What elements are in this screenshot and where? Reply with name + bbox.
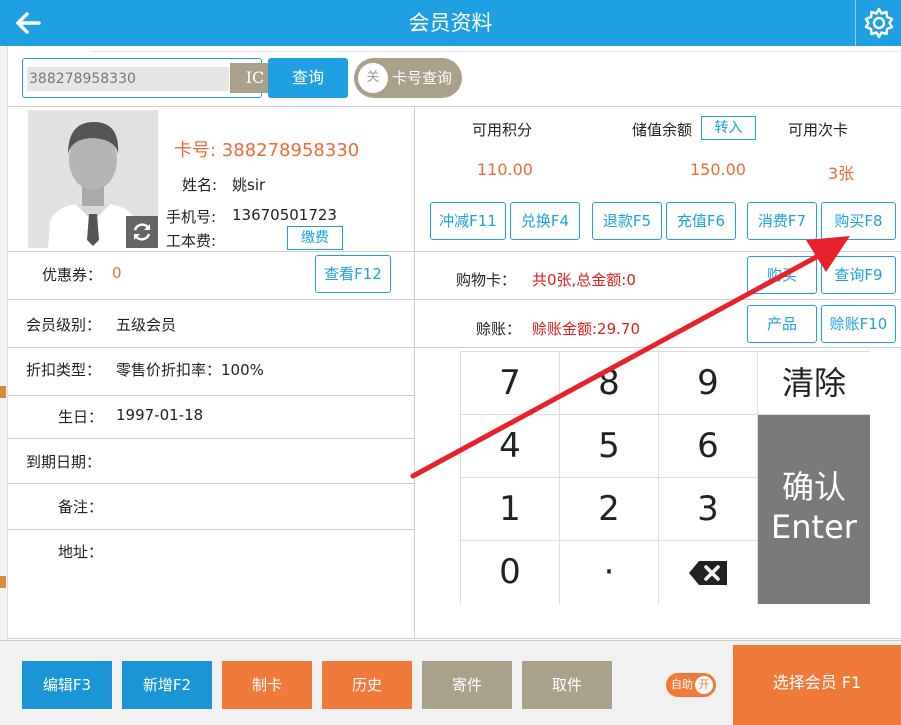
key-8[interactable]: 8: [560, 352, 659, 415]
settings-button[interactable]: [855, 0, 901, 46]
coupon-value: 0: [112, 264, 122, 282]
key-6[interactable]: 6: [659, 415, 758, 478]
gear-icon: [864, 7, 893, 39]
footer-toolbar: 编辑F3 新增F2 制卡 历史 寄件 取件 自助 开 选择会员 F1: [0, 640, 901, 725]
expire-label: 到期日期：: [26, 453, 102, 471]
buy-button[interactable]: 购买F8: [821, 202, 896, 240]
product-button[interactable]: 产品: [747, 305, 817, 343]
add-button[interactable]: 新增F2: [122, 661, 212, 709]
phone-value: 13670501723: [232, 206, 337, 224]
fee-label: 工本费:: [166, 232, 217, 250]
birthday-label: 生日：: [58, 408, 104, 426]
discount-label: 折扣类型：: [26, 361, 102, 379]
key-1[interactable]: 1: [461, 478, 560, 541]
shopping-card-buy-button[interactable]: 购买: [747, 256, 817, 294]
level-label: 会员级别：: [26, 316, 102, 334]
refresh-avatar-button[interactable]: [126, 216, 158, 248]
make-card-button[interactable]: 制卡: [222, 661, 312, 709]
card-number-input[interactable]: [27, 67, 229, 91]
phone-label: 手机号:: [166, 208, 217, 226]
credit-button[interactable]: 赊账F10: [821, 305, 896, 343]
pay-fee-button[interactable]: 缴费: [287, 226, 343, 250]
confirm-enter-key[interactable]: 确认 Enter: [758, 415, 870, 604]
key-7[interactable]: 7: [461, 352, 560, 415]
credit-value: 赊账金额:29.70: [532, 320, 640, 338]
address-label: 地址：: [58, 543, 104, 561]
clear-key[interactable]: 清除: [758, 352, 870, 415]
key-4[interactable]: 4: [461, 415, 560, 478]
enter-label: Enter: [771, 508, 857, 546]
points-value: 110.00: [477, 160, 533, 179]
history-button[interactable]: 历史: [322, 661, 412, 709]
shopping-card-label: 购物卡：: [456, 271, 517, 289]
view-coupon-button[interactable]: 查看F12: [315, 255, 391, 293]
query-button[interactable]: 查询: [268, 58, 348, 98]
key-dot[interactable]: ·: [560, 541, 659, 604]
confirm-label: 确认: [781, 468, 846, 506]
backspace-icon: [689, 560, 727, 585]
edit-button[interactable]: 编辑F3: [22, 661, 112, 709]
transfer-in-button[interactable]: 转入: [701, 116, 756, 140]
coupon-label: 优惠券：: [42, 266, 103, 284]
card-number: 卡号: 388278958330: [174, 140, 360, 161]
pickup-button[interactable]: 取件: [522, 661, 612, 709]
key-9[interactable]: 9: [659, 352, 758, 415]
cards-value: 3张: [828, 164, 855, 183]
points-label: 可用积分: [472, 121, 533, 139]
recharge-button[interactable]: 充值F6: [666, 202, 736, 240]
deduct-button[interactable]: 冲减F11: [430, 202, 506, 240]
name-label: 姓名:: [182, 176, 218, 194]
shopping-card-query-button[interactable]: 查询F9: [821, 256, 896, 294]
exchange-button[interactable]: 兑换F4: [510, 202, 580, 240]
birthday-value: 1997-01-18: [116, 406, 204, 424]
refresh-icon: [133, 223, 151, 241]
card-search-box: IC: [22, 58, 280, 98]
refund-button[interactable]: 退款F5: [592, 202, 662, 240]
toggle-label: 卡号查询: [392, 69, 453, 87]
numeric-keypad: 7 8 9 清除 4 5 6 确认 Enter 1 2 3 0 ·: [460, 351, 870, 604]
backspace-key[interactable]: [659, 541, 758, 604]
key-3[interactable]: 3: [659, 478, 758, 541]
cards-label: 可用次卡: [788, 121, 849, 139]
card-query-toggle[interactable]: 关 卡号查询: [354, 58, 462, 98]
background-window-edge: [0, 46, 8, 646]
balance-value: 150.00: [690, 160, 746, 179]
remark-label: 备注：: [58, 498, 104, 516]
discount-value: 零售价折扣率：100%: [116, 361, 264, 379]
key-0[interactable]: 0: [461, 541, 560, 604]
mail-button[interactable]: 寄件: [422, 661, 512, 709]
name-value: 姚sir: [232, 176, 266, 194]
credit-label: 赊账：: [476, 320, 522, 338]
page-title: 会员资料: [408, 11, 493, 35]
level-value: 五级会员: [116, 316, 177, 334]
toggle-knob: 关: [358, 63, 388, 93]
self-service-label: 自助: [671, 678, 693, 691]
balance-label: 储值余额: [632, 121, 693, 139]
title-bar: 会员资料: [0, 0, 901, 46]
consume-button[interactable]: 消费F7: [747, 202, 817, 240]
self-service-state: 开: [695, 676, 713, 694]
select-member-button[interactable]: 选择会员 F1: [733, 645, 901, 725]
self-service-toggle[interactable]: 自助 开: [666, 673, 716, 697]
shopping-card-value: 共0张,总金额:0: [532, 271, 636, 289]
key-5[interactable]: 5: [560, 415, 659, 478]
key-2[interactable]: 2: [560, 478, 659, 541]
